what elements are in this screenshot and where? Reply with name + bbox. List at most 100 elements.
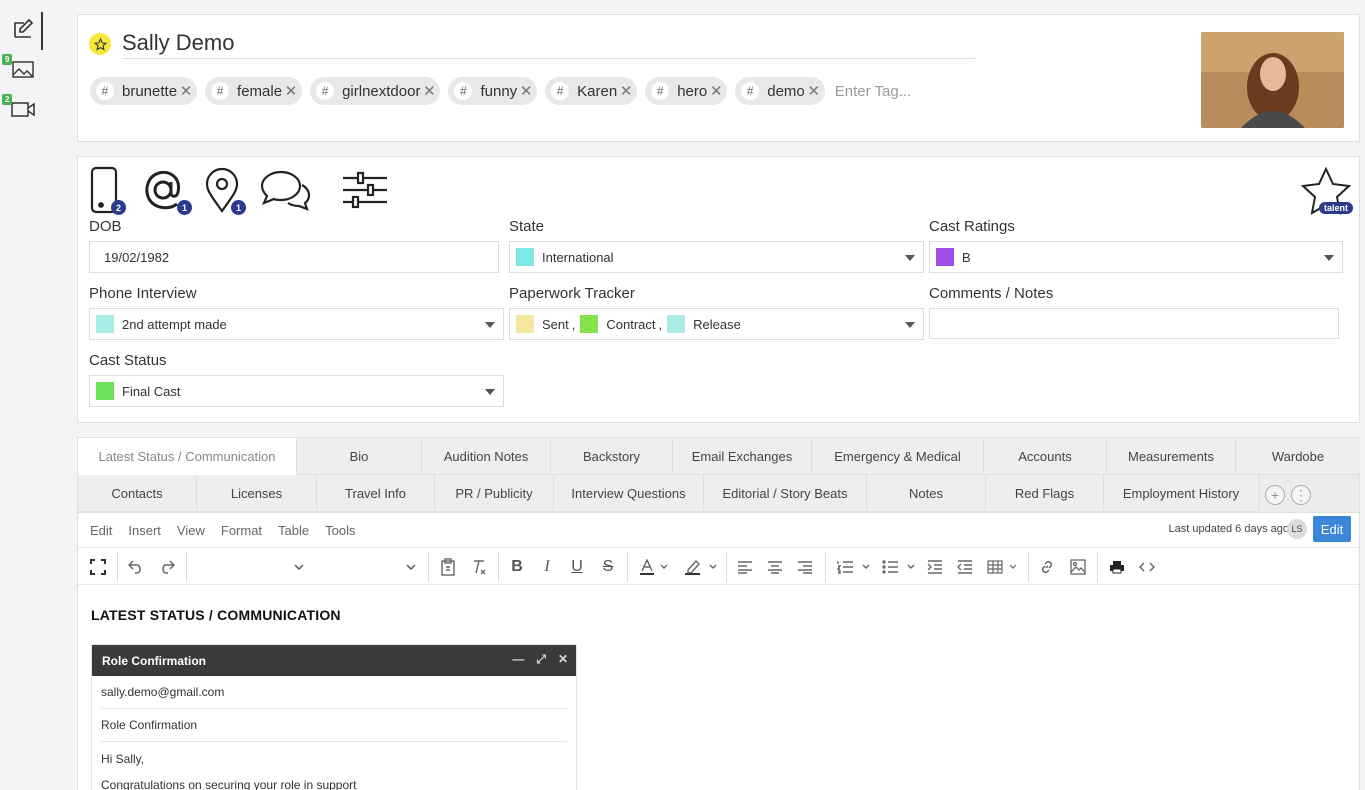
cast-ratings-select[interactable]: B: [929, 241, 1343, 273]
menu-edit[interactable]: Edit: [90, 523, 112, 538]
location-count-badge: 1: [231, 200, 246, 215]
tab-emergency-medical[interactable]: Emergency & Medical: [812, 438, 984, 475]
dob-input[interactable]: 19/02/1982: [89, 241, 499, 273]
state-select[interactable]: International: [509, 241, 924, 273]
menu-insert[interactable]: Insert: [128, 523, 161, 538]
numbered-list-icon[interactable]: [835, 556, 873, 578]
tab-wardobe[interactable]: Wardobe: [1236, 438, 1360, 475]
close-icon[interactable]: ✕: [558, 652, 568, 667]
tag-chip[interactable]: # Karen ✕: [545, 77, 638, 105]
tab-email-exchanges[interactable]: Email Exchanges: [673, 438, 812, 475]
email-greeting: Hi Sally,: [101, 742, 567, 775]
more-tabs-icon[interactable]: ⋮: [1291, 485, 1311, 505]
phone-interview-select[interactable]: 2nd attempt made: [89, 308, 504, 340]
bullet-list-icon[interactable]: [880, 556, 918, 578]
tab-notes[interactable]: Notes: [867, 475, 986, 512]
table-icon[interactable]: [986, 556, 1020, 578]
tag-list: # brunette ✕ # female ✕ # girlnextdoor ✕ # funn…: [90, 77, 911, 105]
align-left-icon[interactable]: [735, 556, 755, 578]
remove-tag-icon[interactable]: ✕: [619, 82, 633, 100]
link-icon[interactable]: [1037, 556, 1057, 578]
tag-chip[interactable]: # funny ✕: [448, 77, 538, 105]
tab-licenses[interactable]: Licenses: [197, 475, 317, 512]
tab-editorial-story-beats[interactable]: Editorial / Story Beats: [704, 475, 867, 512]
location-pin-icon[interactable]: 1: [202, 165, 246, 215]
hash-icon: #: [454, 82, 473, 100]
email-card-header: Role Confirmation — ⤢ ✕: [92, 645, 576, 676]
indent-icon[interactable]: [925, 556, 945, 578]
tab-red-flags[interactable]: Red Flags: [986, 475, 1104, 512]
block-format-dropdown[interactable]: [190, 556, 310, 578]
align-right-icon[interactable]: [795, 556, 815, 578]
font-family-dropdown[interactable]: [310, 556, 422, 578]
tab-interview-questions[interactable]: Interview Questions: [554, 475, 704, 512]
avatar[interactable]: [1201, 32, 1344, 128]
comments-input[interactable]: [929, 308, 1339, 339]
undo-icon[interactable]: [126, 556, 146, 578]
email-subject-field[interactable]: Role Confirmation: [101, 709, 567, 742]
email-to-field[interactable]: sally.demo@gmail.com: [101, 676, 567, 709]
underline-icon[interactable]: U: [567, 556, 587, 578]
chat-icon[interactable]: [258, 165, 312, 215]
image-icon[interactable]: [1068, 556, 1088, 578]
paperwork-select[interactable]: Sent , Contract , Release: [509, 308, 924, 340]
remove-tag-icon[interactable]: ✕: [422, 82, 436, 100]
profile-name[interactable]: Sally Demo: [122, 29, 975, 59]
italic-icon[interactable]: I: [537, 556, 557, 578]
tab-latest-status[interactable]: Latest Status / Communication: [78, 438, 297, 475]
menu-table[interactable]: Table: [278, 523, 309, 538]
paperwork-label: Paperwork Tracker: [509, 285, 635, 302]
tab-pr-publicity[interactable]: PR / Publicity: [435, 475, 554, 512]
phone-icon[interactable]: 2: [86, 165, 126, 215]
tab-contacts[interactable]: Contacts: [78, 475, 197, 512]
favorite-star-icon[interactable]: [89, 33, 111, 55]
tab-measurements[interactable]: Measurements: [1107, 438, 1236, 475]
paste-icon[interactable]: [438, 556, 458, 578]
paperwork-separator: ,: [658, 316, 663, 332]
cast-status-select[interactable]: Final Cast: [89, 375, 504, 407]
minimize-icon[interactable]: —: [512, 652, 524, 667]
expand-icon[interactable]: ⤢: [536, 652, 546, 667]
tag-chip[interactable]: # female ✕: [205, 77, 303, 105]
align-center-icon[interactable]: [765, 556, 785, 578]
menu-view[interactable]: View: [177, 523, 205, 538]
tag-chip[interactable]: # demo ✕: [735, 77, 825, 105]
phone-interview-label: Phone Interview: [89, 285, 197, 302]
redo-icon[interactable]: [157, 556, 177, 578]
contact-icon-row: 2 1 1: [86, 165, 390, 215]
source-code-icon[interactable]: [1137, 556, 1157, 578]
strikethrough-icon[interactable]: S: [598, 556, 618, 578]
clear-formatting-icon[interactable]: [469, 556, 489, 578]
text-color-icon[interactable]: [637, 556, 671, 578]
tab-travel-info[interactable]: Travel Info: [317, 475, 435, 512]
remove-tag-icon[interactable]: ✕: [179, 82, 193, 100]
tag-chip[interactable]: # brunette ✕: [90, 77, 198, 105]
menu-format[interactable]: Format: [221, 523, 262, 538]
add-tab-icon[interactable]: +: [1265, 485, 1285, 505]
menu-tools[interactable]: Tools: [325, 523, 355, 538]
images-icon[interactable]: [8, 54, 38, 84]
highlight-color-icon[interactable]: [682, 556, 720, 578]
video-icon[interactable]: [8, 94, 38, 124]
edit-button[interactable]: Edit: [1313, 516, 1351, 542]
sliders-icon[interactable]: [340, 165, 390, 215]
tab-audition-notes[interactable]: Audition Notes: [422, 438, 551, 475]
talent-star-icon[interactable]: talent: [1300, 166, 1353, 217]
tag-chip[interactable]: # girlnextdoor ✕: [310, 77, 441, 105]
edit-icon[interactable]: [8, 14, 38, 44]
fullscreen-icon[interactable]: [88, 556, 108, 578]
tab-accounts[interactable]: Accounts: [984, 438, 1107, 475]
print-icon[interactable]: [1107, 556, 1127, 578]
remove-tag-icon[interactable]: ✕: [807, 82, 821, 100]
bold-icon[interactable]: B: [507, 556, 527, 578]
tab-bio[interactable]: Bio: [297, 438, 422, 475]
tab-backstory[interactable]: Backstory: [551, 438, 673, 475]
remove-tag-icon[interactable]: ✕: [519, 82, 533, 100]
tab-employment-history[interactable]: Employment History: [1104, 475, 1259, 512]
outdent-icon[interactable]: [955, 556, 975, 578]
email-icon[interactable]: 1: [138, 165, 192, 215]
tag-input[interactable]: Enter Tag...: [835, 83, 911, 100]
remove-tag-icon[interactable]: ✕: [284, 82, 298, 100]
remove-tag-icon[interactable]: ✕: [709, 82, 723, 100]
tag-chip[interactable]: # hero ✕: [645, 77, 728, 105]
